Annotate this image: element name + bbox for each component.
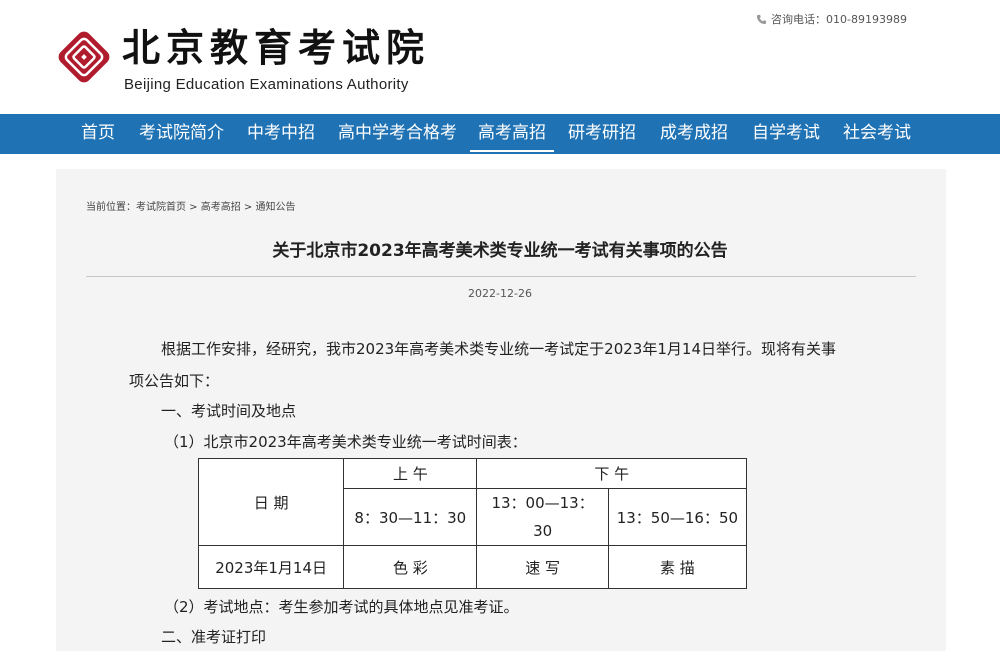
breadcrumb: 当前位置：考试院首页 > 高考高招 > 通知公告 <box>86 198 296 213</box>
breadcrumb-separator: > <box>186 202 201 213</box>
nav-item-zixue[interactable]: 自学考试 <box>752 114 820 154</box>
nav-item-xuekao[interactable]: 高中学考合格考 <box>338 114 457 154</box>
table-cell-subject-afternoon-1: 速 写 <box>476 545 609 589</box>
section-heading-1: 一、考试时间及地点 <box>161 402 297 420</box>
item-1-text: （1）北京市2023年高考美术类专业统一考试时间表： <box>164 433 527 451</box>
afternoon-time-1-line-1: 13：00—13： <box>491 494 594 512</box>
table-cell-afternoon-time-1: 13：00—13： 30 <box>476 488 609 546</box>
item-2-text: （2）考试地点：考生参加考试的具体地点见准考证。 <box>164 598 519 616</box>
table-cell-subject-morning: 色 彩 <box>343 545 478 589</box>
phone-icon <box>756 14 767 24</box>
contact-phone-text: 咨询电话：010-89193989 <box>771 13 907 26</box>
logo-title-cn[interactable]: 北京教育考试院 <box>122 26 430 70</box>
nav-item-gaokao[interactable]: 高考高招 <box>470 114 554 152</box>
breadcrumb-separator: > <box>240 202 256 213</box>
article-date: 2022-12-26 <box>468 287 532 300</box>
table-cell-row-date: 2023年1月14日 <box>197 545 345 589</box>
section-heading-2: 二、准考证打印 <box>161 628 267 646</box>
afternoon-time-1-line-2: 30 <box>533 522 553 540</box>
breadcrumb-prefix: 当前位置： <box>86 202 136 213</box>
breadcrumb-link-notices[interactable]: 通知公告 <box>256 202 296 213</box>
breadcrumb-link-home[interactable]: 考试院首页 <box>136 202 186 213</box>
contact-info: 咨询电话：010-89193989 <box>756 11 907 27</box>
table-cell-subject-afternoon-2: 素 描 <box>607 545 748 589</box>
nav-item-home[interactable]: 首页 <box>81 114 115 154</box>
article-title: 关于北京市2023年高考美术类专业统一考试有关事项的公告 <box>272 241 728 261</box>
nav-item-chengkao[interactable]: 成考成招 <box>660 114 728 154</box>
nav-item-zhongkao[interactable]: 中考中招 <box>247 114 315 154</box>
table-cell-morning-time: 8：30—11：30 <box>343 488 478 546</box>
exam-schedule-table: 日 期 上 午 下 午 8：30—11：30 13：00—13： 30 13：50… <box>197 458 748 589</box>
logo-title-en[interactable]: Beijing Education Examinations Authority <box>124 76 409 93</box>
logo-emblem-icon[interactable] <box>56 29 112 85</box>
intro-line-1: 根据工作安排，经研究，我市2023年高考美术类专业统一考试定于2023年1月14… <box>161 340 836 358</box>
table-header-morning: 上 午 <box>343 458 478 489</box>
nav-item-shehui[interactable]: 社会考试 <box>843 114 911 154</box>
breadcrumb-link-gaokao[interactable]: 高考高招 <box>201 202 241 213</box>
intro-line-2: 项公告如下： <box>129 372 220 390</box>
table-cell-afternoon-time-2: 13：50—16：50 <box>607 488 748 546</box>
main-nav: 首页 考试院简介 中考中招 高中学考合格考 高考高招 研考研招 成考成招 自学考… <box>0 114 1000 154</box>
table-header-date: 日 期 <box>197 458 345 546</box>
site-header: 北京教育考试院 Beijing Education Examinations A… <box>0 0 1000 114</box>
table-header-afternoon: 下 午 <box>476 458 747 489</box>
title-divider <box>86 276 916 277</box>
nav-item-about[interactable]: 考试院简介 <box>139 114 224 154</box>
nav-item-yankao[interactable]: 研考研招 <box>568 114 636 154</box>
